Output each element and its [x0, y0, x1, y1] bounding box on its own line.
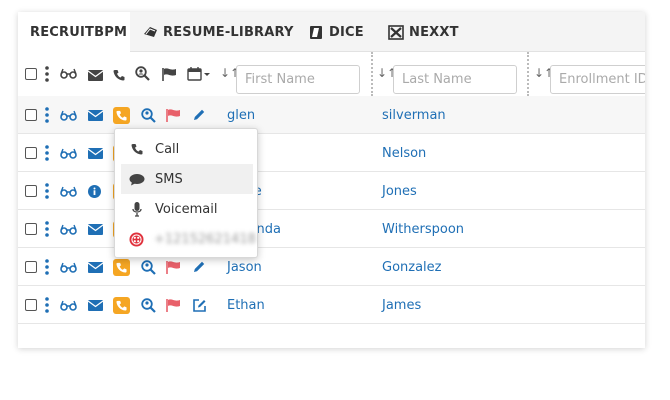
- menu-label: Call: [155, 141, 180, 157]
- search-person-icon: [135, 66, 150, 81]
- email-icon[interactable]: [88, 286, 103, 324]
- table-row: AmandaWitherspoon: [18, 210, 645, 248]
- chat-bubble-icon: [129, 171, 145, 187]
- table-row: Ethan James: [18, 286, 645, 324]
- tab-label: NEXXT: [409, 24, 459, 40]
- tab-resume-library[interactable]: RESUME-LIBRARY: [142, 12, 294, 52]
- row-checkbox[interactable]: [25, 210, 37, 248]
- tab-recruitbpm[interactable]: RECRUITBPM: [18, 12, 130, 53]
- view-glasses-icon[interactable]: [60, 286, 77, 324]
- menu-item-voicemail[interactable]: Voicemail: [121, 194, 253, 224]
- first-name-filter-input[interactable]: [236, 65, 360, 94]
- row-checkbox[interactable]: [25, 134, 37, 172]
- more-actions-icon[interactable]: [45, 172, 49, 210]
- resume-library-icon: [142, 24, 158, 40]
- tab-nexxt[interactable]: NEXXT: [388, 12, 459, 52]
- last-name-cell[interactable]: silverman: [382, 96, 446, 134]
- menu-label: Voicemail: [155, 201, 218, 217]
- tab-label: RESUME-LIBRARY: [163, 24, 294, 40]
- menu-item-sms[interactable]: SMS: [121, 164, 253, 194]
- view-glasses-icon[interactable]: [60, 210, 77, 248]
- row-checkbox[interactable]: [25, 172, 37, 210]
- row-checkbox[interactable]: [25, 248, 37, 286]
- tab-label: DICE: [329, 24, 364, 40]
- candidate-table-card: RECRUITBPM RESUME-LIBRARY DICE NEXXT ↓↑ …: [18, 12, 645, 348]
- table-row: Jason Gonzalez: [18, 248, 645, 286]
- row-checkbox[interactable]: [25, 96, 37, 134]
- view-glasses-icon[interactable]: [60, 134, 77, 172]
- last-name-cell[interactable]: Gonzalez: [382, 248, 442, 286]
- table-row: RosieJones: [18, 172, 645, 210]
- nexxt-icon: [388, 24, 404, 40]
- tab-label: RECRUITBPM: [30, 25, 128, 40]
- table-row: TylerNelson: [18, 134, 645, 172]
- view-glasses-icon[interactable]: [60, 172, 77, 210]
- source-tabs: RECRUITBPM RESUME-LIBRARY DICE NEXXT: [18, 12, 645, 53]
- view-glasses-icon[interactable]: [60, 96, 77, 134]
- more-actions-icon[interactable]: [45, 210, 49, 248]
- dice-icon: [308, 24, 324, 40]
- column-divider[interactable]: [527, 52, 529, 96]
- calendar-dropdown-icon[interactable]: [187, 67, 211, 81]
- tab-dice[interactable]: DICE: [308, 12, 364, 52]
- menu-label: SMS: [155, 171, 183, 187]
- phone-actions-menu: Call SMS Voicemail +12152621418: [114, 128, 258, 258]
- info-icon[interactable]: [88, 172, 101, 210]
- last-name-cell[interactable]: Nelson: [382, 134, 426, 172]
- menu-item-phone-number[interactable]: +12152621418: [121, 224, 256, 254]
- first-name-cell[interactable]: Ethan: [227, 286, 265, 324]
- phone-icon: [129, 141, 145, 157]
- flag-icon[interactable]: [166, 286, 181, 324]
- microphone-icon: [129, 201, 145, 217]
- more-actions-icon[interactable]: [45, 286, 49, 324]
- phone-icon: [113, 69, 125, 81]
- table-row: glen silverman: [18, 96, 645, 134]
- last-name-filter-input[interactable]: [393, 65, 517, 94]
- last-name-cell[interactable]: Jones: [382, 172, 417, 210]
- email-icon[interactable]: [88, 248, 103, 286]
- more-actions-icon[interactable]: [45, 248, 49, 286]
- view-glasses-icon: [60, 68, 77, 79]
- menu-item-call[interactable]: Call: [121, 134, 253, 164]
- search-person-icon[interactable]: [141, 286, 156, 324]
- last-name-cell[interactable]: Witherspoon: [382, 210, 464, 248]
- email-icon: [88, 70, 103, 81]
- edit-box-icon[interactable]: [192, 286, 207, 324]
- more-actions-icon[interactable]: [45, 66, 49, 82]
- table-header: ↓↑ ↓↑ ↓↑: [18, 52, 645, 96]
- last-name-cell[interactable]: James: [382, 286, 421, 324]
- row-checkbox[interactable]: [25, 286, 37, 324]
- select-all-checkbox[interactable]: [25, 68, 37, 80]
- enrollment-id-filter-input[interactable]: [550, 65, 645, 94]
- view-glasses-icon[interactable]: [60, 248, 77, 286]
- menu-phone-number: +12152621418: [154, 231, 256, 247]
- more-actions-icon[interactable]: [45, 96, 49, 134]
- email-icon[interactable]: [88, 210, 103, 248]
- twilio-icon: [129, 231, 144, 247]
- email-icon[interactable]: [88, 96, 103, 134]
- flag-icon: [162, 68, 177, 81]
- email-icon[interactable]: [88, 134, 103, 172]
- phone-call-icon[interactable]: [113, 286, 130, 324]
- more-actions-icon[interactable]: [45, 134, 49, 172]
- column-divider[interactable]: [371, 52, 373, 96]
